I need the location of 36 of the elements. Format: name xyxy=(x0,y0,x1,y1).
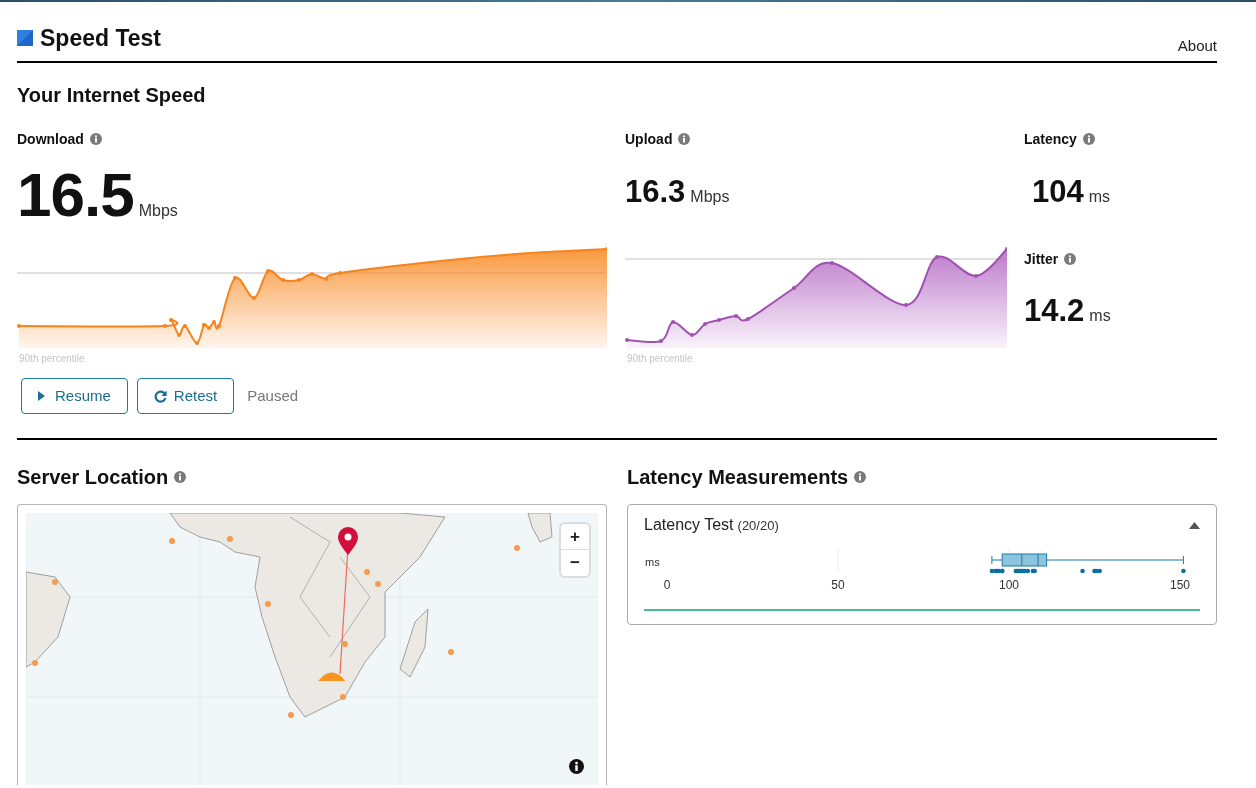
tick-label: 0 xyxy=(663,578,671,592)
info-icon[interactable] xyxy=(569,759,584,774)
section-heading: Your Internet Speed xyxy=(17,83,207,107)
tick-label: 50 xyxy=(831,578,845,592)
section-heading: Server Location xyxy=(17,465,169,489)
metric-value: 104 xyxy=(1032,173,1084,210)
test-count: (20/20) xyxy=(737,517,779,535)
metric-unit: ms xyxy=(1088,186,1111,207)
refresh-icon xyxy=(153,389,167,403)
panel-title: Latency Test xyxy=(644,515,734,535)
status-text: Paused xyxy=(247,385,299,406)
about-link[interactable]: About xyxy=(1177,36,1217,56)
collapse-icon[interactable] xyxy=(1189,521,1200,529)
metric-label: Latency xyxy=(1024,130,1077,148)
metric-value: 16.3 xyxy=(625,173,686,210)
percentile-label: 90th percentile xyxy=(19,353,85,365)
tick-label: 150 xyxy=(1170,578,1190,592)
metric-value: 14.2 xyxy=(1024,293,1085,329)
metric-label: Jitter xyxy=(1024,250,1059,268)
section-heading: Latency Measurements xyxy=(627,465,849,489)
zoom-out-button[interactable]: − xyxy=(561,550,589,576)
tick-label: 100 xyxy=(999,578,1019,592)
resume-button[interactable]: Resume xyxy=(21,378,128,414)
retest-button[interactable]: Retest xyxy=(136,378,235,414)
metric-label: Upload xyxy=(625,130,673,148)
app-title: Speed Test xyxy=(40,24,161,52)
zoom-in-button[interactable]: + xyxy=(561,524,589,550)
logo-icon xyxy=(17,30,33,46)
metric-unit: Mbps xyxy=(138,200,178,221)
metric-value: 16.5 xyxy=(17,163,134,226)
metric-label: Download xyxy=(17,130,84,148)
axis-label: ms xyxy=(645,556,660,568)
metric-unit: Mbps xyxy=(690,186,730,207)
percentile-label: 90th percentile xyxy=(627,353,693,365)
metric-unit: ms xyxy=(1089,306,1111,326)
play-icon xyxy=(38,391,45,401)
